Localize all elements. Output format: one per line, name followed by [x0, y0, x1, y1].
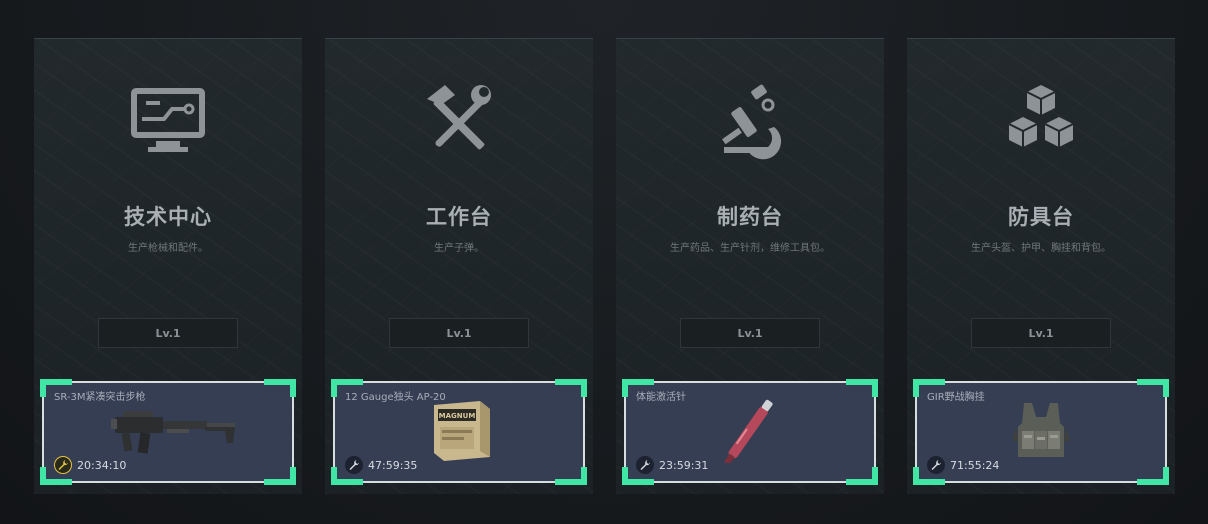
- production-card[interactable]: SR-3M紧凑突击步枪 20:34:10: [40, 379, 296, 485]
- assault-rifle-image: [93, 397, 243, 463]
- station-title: 工作台: [426, 205, 492, 229]
- stacked-cubes-icon: [999, 77, 1083, 161]
- timer-text: 47:59:35: [368, 458, 418, 472]
- timer-text: 20:34:10: [77, 458, 127, 472]
- station-description: 生产枪械和配件。: [128, 243, 208, 254]
- level-button[interactable]: Lv.1: [98, 318, 238, 348]
- level-button[interactable]: Lv.1: [971, 318, 1111, 348]
- wrench-icon: [927, 456, 945, 474]
- stimulant-injector-image: [675, 397, 825, 463]
- level-button[interactable]: Lv.1: [680, 318, 820, 348]
- timer-text: 71:55:24: [950, 458, 1000, 472]
- production-timer: 47:59:35: [345, 456, 417, 474]
- production-card[interactable]: GIR野战胸挂 71:55:24: [913, 379, 1169, 485]
- station-title: 防具台: [1008, 205, 1074, 229]
- hammer-wrench-icon: [417, 77, 501, 161]
- station-tech-center[interactable]: 技术中心 生产枪械和配件。 Lv.1 SR-3M紧凑突击步枪 20:34:10: [34, 38, 302, 494]
- ammo-box-image: MAGNUM: [384, 397, 534, 463]
- station-description: 生产子弹。: [434, 243, 484, 254]
- station-description: 生产头盔、护甲、胸挂和背包。: [971, 243, 1111, 254]
- wrench-progress-icon: [54, 456, 72, 474]
- station-medical-bench[interactable]: 制药台 生产药品、生产针剂，维修工具包。 Lv.1 体能激活针 23:59:31: [616, 38, 884, 494]
- svg-text:MAGNUM: MAGNUM: [439, 412, 476, 420]
- production-timer: 23:59:31: [636, 456, 708, 474]
- station-title: 技术中心: [124, 205, 212, 229]
- wrench-icon: [636, 456, 654, 474]
- production-card[interactable]: 体能激活针 23:59:31: [622, 379, 878, 485]
- station-workbench[interactable]: 工作台 生产子弹。 Lv.1 12 Gauge独头 AP-20 MAGNUM 4…: [325, 38, 593, 494]
- station-description: 生产药品、生产针剂，维修工具包。: [670, 243, 830, 254]
- station-armor-bench[interactable]: 防具台 生产头盔、护甲、胸挂和背包。 Lv.1 GIR野战胸挂 71:55:24: [907, 38, 1175, 494]
- level-button[interactable]: Lv.1: [389, 318, 529, 348]
- production-timer: 20:34:10: [54, 456, 126, 474]
- timer-text: 23:59:31: [659, 458, 709, 472]
- crafting-stations-screen: 技术中心 生产枪械和配件。 Lv.1 SR-3M紧凑突击步枪 20:34:10 …: [0, 0, 1208, 524]
- station-title: 制药台: [717, 205, 783, 229]
- production-timer: 71:55:24: [927, 456, 999, 474]
- chest-rig-image: [966, 397, 1116, 463]
- wrench-icon: [345, 456, 363, 474]
- computer-monitor-icon: [126, 77, 210, 161]
- microscope-icon: [708, 77, 792, 161]
- production-card[interactable]: 12 Gauge独头 AP-20 MAGNUM 47:59:35: [331, 379, 587, 485]
